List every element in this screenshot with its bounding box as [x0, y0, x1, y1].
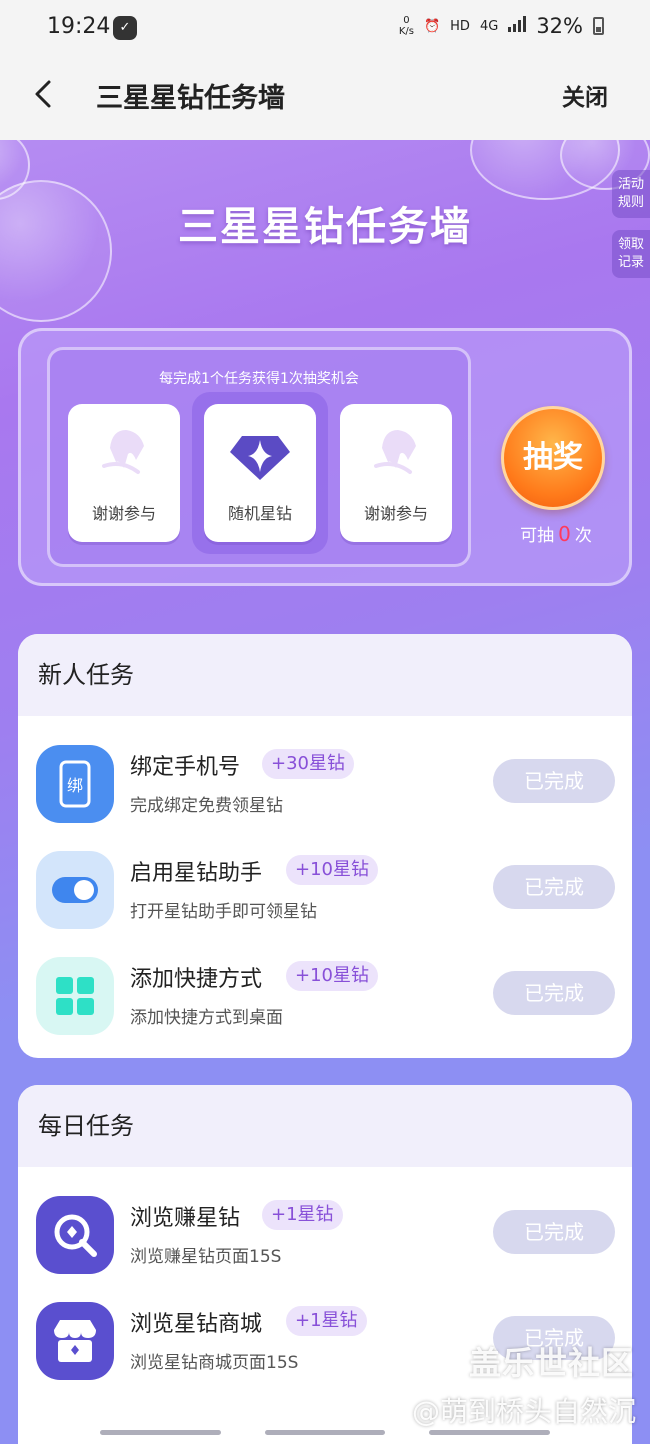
- nav-pill[interactable]: [429, 1430, 551, 1435]
- net-speed: 0 K/s: [398, 15, 414, 37]
- toggle-icon: [36, 851, 114, 929]
- prize-label: 谢谢参与: [91, 504, 156, 523]
- battery-icon: [593, 17, 604, 35]
- prize-label: 随机星钻: [227, 504, 292, 523]
- svg-text:绑: 绑: [67, 776, 83, 795]
- prize-panel: 每完成1个任务获得1次抽奖机会 谢谢参与 随机星钻 谢谢参与: [47, 347, 471, 567]
- task-name: 启用星钻助手: [130, 861, 263, 886]
- battery-percent: 32%: [536, 14, 583, 38]
- status-time: 19:24: [47, 14, 111, 39]
- new-user-tasks-card: 新人任务 绑 绑定手机号 +30星钻 完成绑定免费领星钻 已完成 启用星钻助手 …: [18, 634, 632, 1058]
- task-desc: 完成绑定免费领星钻: [130, 796, 283, 816]
- task-item: 启用星钻助手 +10星钻 打开星钻助手即可领星钻 已完成: [18, 843, 632, 935]
- task-item: 绑 绑定手机号 +30星钻 完成绑定免费领星钻 已完成: [18, 737, 632, 829]
- nav-pill[interactable]: [264, 1430, 386, 1435]
- app-bar: 三星星钻任务墙 关闭: [0, 56, 650, 140]
- prize-label: 谢谢参与: [363, 504, 428, 523]
- reward-badge: +1星钻: [286, 1306, 367, 1336]
- status-bar: 19:24 ✓ 0 K/s ⏰ HD 4G 32%: [0, 0, 650, 56]
- store-icon: [36, 1302, 114, 1380]
- task-status-button[interactable]: 已完成: [493, 1210, 615, 1254]
- close-button[interactable]: 关闭: [562, 78, 608, 112]
- back-arrow-icon: [35, 80, 51, 108]
- task-desc: 浏览星钻商城页面15S: [130, 1353, 299, 1373]
- thanks-icon: [374, 430, 416, 474]
- task-desc: 添加快捷方式到桌面: [130, 1008, 283, 1028]
- task-name: 绑定手机号: [130, 755, 241, 780]
- task-desc: 打开星钻助手即可领星钻: [130, 902, 317, 922]
- task-item: 添加快捷方式 +10星钻 添加快捷方式到桌面 已完成: [18, 949, 632, 1041]
- prize-card: 谢谢参与: [340, 404, 452, 542]
- lottery-panel: 每完成1个任务获得1次抽奖机会 谢谢参与 随机星钻 谢谢参与 抽奖 可抽 0 次: [18, 328, 632, 586]
- network-label: 4G: [479, 18, 499, 34]
- draw-button[interactable]: 抽奖: [501, 406, 605, 510]
- status-indicators: 0 K/s ⏰ HD 4G 32%: [399, 14, 604, 38]
- signal-icon: [508, 16, 527, 36]
- hero-title: 三星星钻任务墙: [178, 204, 472, 250]
- notification-app-icon: ✓: [113, 16, 137, 40]
- task-name: 浏览赚星钻: [130, 1206, 241, 1231]
- reward-badge: +30星钻: [262, 749, 354, 779]
- task-status-button[interactable]: 已完成: [493, 971, 615, 1015]
- task-status-button[interactable]: 已完成: [493, 759, 615, 803]
- phone-bind-icon: 绑: [36, 745, 114, 823]
- search-diamond-icon: [36, 1196, 114, 1274]
- reward-badge: +10星钻: [286, 961, 378, 991]
- lottery-tip: 每完成1个任务获得1次抽奖机会: [159, 371, 359, 387]
- draw-count: 可抽 0 次: [520, 522, 592, 546]
- task-item: 浏览赚星钻 +1星钻 浏览赚星钻页面15S 已完成: [18, 1188, 632, 1280]
- activity-rules-tab[interactable]: 活动规则: [612, 170, 650, 218]
- task-name: 添加快捷方式: [130, 967, 263, 992]
- task-desc: 浏览赚星钻页面15S: [130, 1247, 282, 1267]
- reward-badge: +1星钻: [262, 1200, 343, 1230]
- task-name: 浏览星钻商城: [130, 1312, 263, 1337]
- grid-shortcut-icon: [36, 957, 114, 1035]
- page-title: 三星星钻任务墙: [96, 83, 285, 114]
- section-title: 新人任务: [18, 634, 632, 716]
- alarm-icon: ⏰: [423, 18, 441, 34]
- reward-badge: +10星钻: [286, 855, 378, 885]
- diamond-icon: [230, 436, 290, 480]
- watermark-author: @萌到桥头自然沉: [411, 1395, 636, 1428]
- task-wall-content[interactable]: 三星星钻任务墙 活动规则 领取记录 每完成1个任务获得1次抽奖机会 谢谢参与 随…: [0, 140, 650, 1444]
- back-button[interactable]: [24, 74, 64, 114]
- hd-label: HD: [450, 18, 470, 34]
- nav-pill[interactable]: [100, 1430, 221, 1435]
- thanks-icon: [102, 430, 144, 474]
- claim-records-tab[interactable]: 领取记录: [612, 230, 650, 278]
- nav-bar: [100, 1430, 551, 1435]
- draw-count-value: 0: [558, 522, 571, 546]
- prize-card: 谢谢参与: [68, 404, 180, 542]
- section-title: 每日任务: [18, 1085, 632, 1167]
- task-status-button[interactable]: 已完成: [493, 865, 615, 909]
- prize-card: 随机星钻: [204, 404, 316, 542]
- watermark-community: 盖乐世社区: [468, 1344, 634, 1382]
